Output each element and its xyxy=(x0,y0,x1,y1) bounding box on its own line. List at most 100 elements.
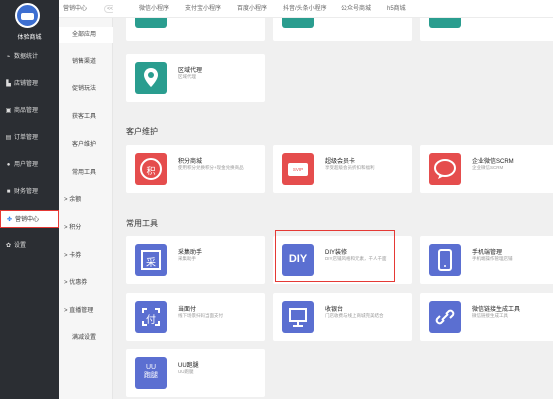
app-title: 采集助手 xyxy=(178,250,203,256)
app-desc: 微信链接生成工具 xyxy=(472,313,508,318)
app-card-uu-errand[interactable]: UU 跑腿 UU跑腿 UU跑腿 xyxy=(126,349,265,397)
points-glyph: 积 xyxy=(146,166,156,176)
vip-glyph: SVIP xyxy=(292,167,304,172)
chevron-right-icon: > xyxy=(64,308,68,314)
app-title: 区域代理 xyxy=(178,68,203,74)
collect-glyph: 采 xyxy=(146,258,156,269)
subnav-item-live[interactable]: > 直播管理 xyxy=(59,303,113,319)
subnav-item-acquisition[interactable]: 获客工具 xyxy=(59,109,113,125)
subnav-item-full-reduction[interactable]: 满减设置 xyxy=(59,330,113,346)
app-title: 微信链接生成工具 xyxy=(472,307,521,313)
vip-card-icon: SVIP xyxy=(282,153,314,185)
subnav-item-points[interactable]: > 积分 xyxy=(59,220,113,236)
app-card-mobile-manage[interactable]: 手机端管理 手机端操作管理店铺 xyxy=(420,236,553,284)
app-icon xyxy=(282,18,314,28)
points-icon: 积 xyxy=(135,153,167,185)
nav-item-goods[interactable]: ▣ 商品管理 xyxy=(0,102,59,120)
collect-icon: 采 xyxy=(135,244,167,276)
app-card-collect-helper[interactable]: 采 采集助手 采集助手 xyxy=(126,236,265,284)
shop-logo[interactable] xyxy=(15,3,40,28)
app-card-partial[interactable] xyxy=(420,18,553,41)
subnav-label: 销售渠道 xyxy=(72,59,97,65)
app-title: 积分商城 xyxy=(178,159,203,165)
nav-label: 数据统计 xyxy=(14,54,39,60)
app-card-partial[interactable] xyxy=(126,18,265,41)
nav-item-finance[interactable]: ■ 财务管理 xyxy=(0,183,59,201)
app-desc: 使用积分兑换积分+现金兑换商品 xyxy=(178,165,244,170)
app-title: UU跑腿 xyxy=(178,363,199,369)
nav-item-data-stats[interactable]: ⌁ 数据统计 xyxy=(0,48,59,66)
finance-icon: ■ xyxy=(6,189,11,195)
subnav-label: 获客工具 xyxy=(72,114,97,120)
subnav-label: 卡券 xyxy=(69,253,82,259)
chat-bubble-icon xyxy=(429,153,461,185)
nav-label: 财务管理 xyxy=(14,189,39,195)
subnav-label: 全部应用 xyxy=(72,32,97,38)
link-icon xyxy=(429,301,461,333)
settings-icon: ✿ xyxy=(5,243,12,249)
tab-wechat-mini[interactable]: 微信小程序 xyxy=(139,0,169,18)
app-card-wechat-link[interactable]: 微信链接生成工具 微信链接生成工具 xyxy=(420,293,553,341)
cashier-icon xyxy=(282,301,314,333)
subnav-item-all-apps[interactable]: 全部应用 xyxy=(59,27,113,43)
app-desc: 门店收费与线上商城完美结合 xyxy=(325,313,384,318)
app-title: 超级会员卡 xyxy=(325,159,356,165)
app-desc: 享受超级会员折扣和福利 xyxy=(325,165,375,170)
tab-douyin-mini[interactable]: 抖音/头条小程序 xyxy=(283,0,327,18)
store-icon: ▙ xyxy=(6,81,11,87)
nav-label: 设置 xyxy=(14,243,27,249)
nav-label: 营销中心 xyxy=(15,217,40,223)
app-title: 收银台 xyxy=(325,307,344,313)
app-desc: 线下场景扫码当面支付 xyxy=(178,313,223,318)
nav-item-users[interactable]: ● 用户管理 xyxy=(0,156,59,174)
nav-item-orders[interactable]: ▤ 订单管理 xyxy=(0,129,59,147)
pay-icon: 付 xyxy=(135,301,167,333)
app-icon xyxy=(135,18,167,28)
app-icon xyxy=(429,18,461,28)
chevron-right-icon: > xyxy=(64,253,68,259)
app-title: 手机端管理 xyxy=(472,250,503,256)
subnav-label: 客户维护 xyxy=(72,142,97,148)
app-card-wecom-scrm[interactable]: 企业微信SCRM 企业微信SCRM xyxy=(420,145,553,193)
pay-glyph: 付 xyxy=(146,315,156,326)
subnav-item-coupons[interactable]: > 优惠券 xyxy=(59,275,113,291)
subnav-item-cards[interactable]: > 卡券 xyxy=(59,248,113,264)
app-desc: 区域代理 xyxy=(178,74,196,79)
tab-h5[interactable]: h5商城 xyxy=(387,0,406,18)
subnav-item-sales-channel[interactable]: 销售渠道 xyxy=(59,54,113,70)
app-card-region-agent[interactable]: 区域代理 区域代理 xyxy=(126,54,265,102)
tab-baidu-mini[interactable]: 百度小程序 xyxy=(237,0,267,18)
nav-item-marketing[interactable]: ✤ 营销中心 xyxy=(0,210,59,228)
nav-item-store[interactable]: ▙ 店铺管理 xyxy=(0,75,59,93)
tab-official-account[interactable]: 公众号商城 xyxy=(341,0,371,18)
user-icon: ● xyxy=(6,162,11,168)
nav-label: 店铺管理 xyxy=(14,81,39,87)
tab-alipay-mini[interactable]: 支付宝小程序 xyxy=(185,0,221,18)
app-card-partial[interactable] xyxy=(273,18,412,41)
section-tools: 常用工具 xyxy=(126,219,158,228)
location-pin-icon xyxy=(135,62,167,94)
chart-icon: ⌁ xyxy=(6,54,11,60)
app-card-cashier[interactable]: 收银台 门店收费与线上商城完美结合 xyxy=(273,293,412,341)
app-desc: 企业微信SCRM xyxy=(472,165,504,170)
subnav-label: 优惠券 xyxy=(69,280,88,286)
app-desc: 采集助手 xyxy=(178,256,196,261)
subnav-item-tools[interactable]: 常用工具 xyxy=(59,165,113,181)
main-sidebar: 体验商城 ⌁ 数据统计 ▙ 店铺管理 ▣ 商品管理 ▤ 订单管理 ● 用户管理 ■ 财务管理… xyxy=(0,0,59,399)
app-desc: 手机端操作管理店铺 xyxy=(472,256,513,261)
app-desc: UU跑腿 xyxy=(178,369,194,374)
app-card-super-member[interactable]: SVIP 超级会员卡 享受超级会员折扣和福利 xyxy=(273,145,412,193)
subnav-label: 促销玩法 xyxy=(72,86,97,92)
app-card-points-mall[interactable]: 积 积分商城 使用积分兑换积分+现金兑换商品 xyxy=(126,145,265,193)
run-icon: UU 跑腿 xyxy=(135,357,167,389)
chevron-right-icon: > xyxy=(64,225,68,231)
app-grid: 区域代理 区域代理 客户维护 积 积分商城 使用积分兑换积分+现金兑换商品 SV… xyxy=(113,18,553,399)
subnav-item-promotion[interactable]: 促销玩法 xyxy=(59,81,113,97)
subnav-label: 直播管理 xyxy=(69,308,94,314)
subnav-item-balance[interactable]: > 余额 xyxy=(59,192,113,208)
subnav-item-customer[interactable]: 客户维护 xyxy=(59,137,113,153)
marketing-subnav: 营销中心 全部应用 销售渠道 促销玩法 获客工具 客户维护 常用工具 > 余额 … xyxy=(59,0,113,399)
marketing-icon: ✤ xyxy=(6,217,13,223)
app-card-face-pay[interactable]: 付 当面付 线下场景扫码当面支付 xyxy=(126,293,265,341)
nav-item-settings[interactable]: ✿ 设置 xyxy=(0,237,59,255)
